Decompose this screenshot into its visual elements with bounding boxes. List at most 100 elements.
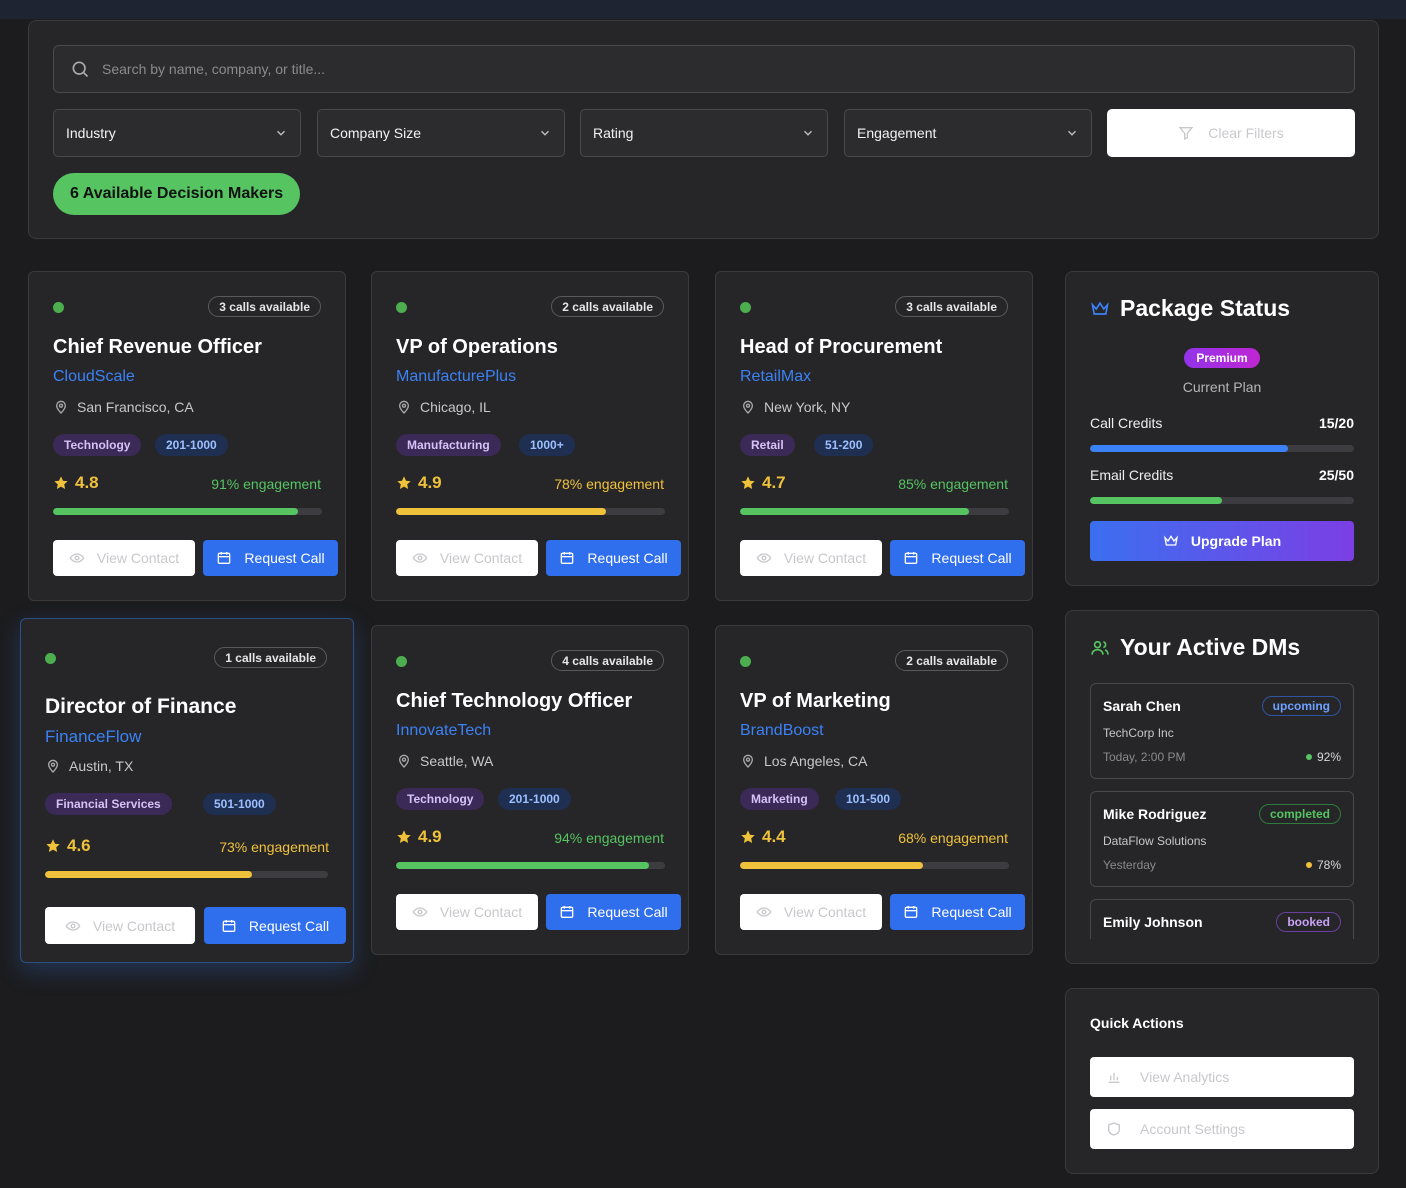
location: Chicago, IL: [396, 399, 491, 415]
account-settings-button[interactable]: Account Settings: [1090, 1109, 1354, 1149]
view-contact-button[interactable]: View Contact: [740, 894, 882, 930]
star-icon: [54, 476, 68, 489]
dm-name: Emily Johnson: [1103, 914, 1203, 930]
company-size-tag: 201-1000: [155, 434, 228, 456]
industry-tag: Manufacturing: [396, 434, 501, 456]
industry-select[interactable]: Industry: [53, 109, 301, 157]
online-status-dot: [396, 302, 407, 313]
search-field[interactable]: [53, 45, 1355, 93]
industry-select-label: Industry: [66, 125, 116, 141]
engagement-text: 68% engagement: [898, 830, 1008, 846]
chevron-down-icon: [540, 130, 550, 136]
view-contact-label: View Contact: [96, 550, 180, 566]
calls-available-badge: 3 calls available: [208, 296, 321, 317]
location-text: Chicago, IL: [420, 399, 491, 415]
location: Austin, TX: [45, 758, 133, 774]
star-icon: [46, 839, 60, 852]
dm-engagement: 92%: [1305, 750, 1341, 764]
plan-badge: Premium: [1184, 348, 1260, 368]
dot-icon: [1305, 862, 1312, 868]
email-credits-label: Email Credits: [1090, 467, 1174, 483]
online-status-dot: [45, 653, 56, 664]
location: Seattle, WA: [396, 753, 493, 769]
call-credits-value: 15/20: [1318, 415, 1354, 431]
calendar-icon: [905, 552, 918, 564]
rating-value: 4.4: [762, 827, 786, 846]
status-badge: upcoming: [1261, 696, 1341, 716]
company-link[interactable]: BrandBoost: [740, 722, 824, 740]
company-link[interactable]: CloudScale: [53, 368, 135, 386]
filter-panel: Industry Company Size Rating Engagement …: [28, 20, 1379, 239]
calls-available-badge: 2 calls available: [895, 650, 1008, 671]
online-status-dot: [53, 302, 64, 313]
search-input[interactable]: [102, 61, 1302, 77]
calendar-icon: [561, 906, 574, 918]
industry-tag: Retail: [740, 434, 795, 456]
decision-maker-card[interactable]: 1 calls available Director of Finance Fina…: [20, 618, 354, 963]
view-analytics-button[interactable]: View Analytics: [1090, 1057, 1354, 1097]
view-analytics-label: View Analytics: [1140, 1069, 1230, 1085]
online-status-dot: [740, 656, 751, 667]
dm-item-mike-rodriguez[interactable]: Mike Rodriguez completed DataFlow Soluti…: [1090, 791, 1354, 887]
company-link[interactable]: InnovateTech: [396, 722, 491, 740]
decision-maker-card[interactable]: 3 calls available Chief Revenue Officer Cl…: [28, 271, 346, 601]
view-contact-button[interactable]: View Contact: [45, 907, 195, 944]
view-contact-button[interactable]: View Contact: [396, 540, 538, 576]
view-contact-button[interactable]: View Contact: [396, 894, 538, 930]
request-call-button[interactable]: Request Call: [546, 894, 681, 930]
eye-icon: [412, 553, 428, 563]
request-call-button[interactable]: Request Call: [890, 894, 1025, 930]
engagement-select[interactable]: Engagement: [844, 109, 1092, 157]
chevron-down-icon: [803, 130, 813, 136]
dm-time: Yesterday: [1103, 858, 1156, 872]
request-call-button[interactable]: Request Call: [890, 540, 1025, 576]
rating: 4.7: [740, 473, 786, 493]
active-dms-list[interactable]: Sarah Chen upcoming TechCorp Inc Today, …: [1066, 683, 1378, 939]
calls-available-badge: 1 calls available: [214, 647, 327, 668]
engagement-text: 91% engagement: [211, 476, 321, 492]
calendar-icon: [218, 552, 231, 564]
current-plan-label: Current Plan: [1182, 379, 1262, 395]
clear-filters-button[interactable]: Clear Filters: [1107, 109, 1355, 157]
job-title: VP of Marketing: [740, 690, 891, 712]
decision-maker-card[interactable]: 4 calls available Chief Technology Office…: [371, 625, 689, 955]
account-settings-label: Account Settings: [1140, 1121, 1246, 1137]
engagement-progress-fill: [53, 508, 298, 515]
view-contact-button[interactable]: View Contact: [740, 540, 882, 576]
rating-select[interactable]: Rating: [580, 109, 828, 157]
star-icon: [741, 476, 755, 489]
view-contact-label: View Contact: [783, 904, 867, 920]
decision-maker-card[interactable]: 2 calls available VP of Marketing BrandBoo…: [715, 625, 1033, 955]
company-link[interactable]: RetailMax: [740, 368, 811, 386]
rating: 4.8: [53, 473, 99, 493]
view-contact-button[interactable]: View Contact: [53, 540, 195, 576]
calendar-icon: [905, 906, 918, 918]
request-call-button[interactable]: Request Call: [204, 907, 346, 944]
job-title: VP of Operations: [396, 336, 558, 358]
active-dms-panel: Your Active DMs Sarah Chen upcoming Tech…: [1065, 610, 1379, 964]
decision-maker-card[interactable]: 3 calls available Head of Procurement Reta…: [715, 271, 1033, 601]
decision-maker-card[interactable]: 2 calls available VP of Operations Manufac…: [371, 271, 689, 601]
rating: 4.6: [45, 836, 91, 856]
engagement-progress-fill: [740, 862, 923, 869]
request-call-button[interactable]: Request Call: [203, 540, 338, 576]
dm-item-emily-johnson[interactable]: Emily Johnson booked: [1090, 899, 1354, 939]
top-bar: [0, 0, 1406, 19]
dm-company: TechCorp Inc: [1103, 726, 1174, 740]
upgrade-plan-button[interactable]: Upgrade Plan: [1090, 521, 1354, 561]
email-credits-value: 25/50: [1318, 467, 1354, 483]
dm-item-sarah-chen[interactable]: Sarah Chen upcoming TechCorp Inc Today, …: [1090, 683, 1354, 779]
request-call-button[interactable]: Request Call: [546, 540, 681, 576]
engagement-text: 85% engagement: [898, 476, 1008, 492]
eye-icon: [69, 553, 85, 563]
eye-icon: [65, 920, 81, 931]
view-contact-label: View Contact: [92, 917, 176, 934]
company-size-select[interactable]: Company Size: [317, 109, 565, 157]
request-call-label: Request Call: [587, 550, 668, 566]
company-link[interactable]: FinanceFlow: [45, 727, 141, 747]
company-link[interactable]: ManufacturePlus: [396, 368, 516, 386]
location-pin-icon: [47, 759, 59, 773]
rating-value: 4.9: [418, 827, 442, 846]
dm-name: Mike Rodriguez: [1103, 806, 1207, 822]
industry-tag: Technology: [396, 788, 485, 810]
